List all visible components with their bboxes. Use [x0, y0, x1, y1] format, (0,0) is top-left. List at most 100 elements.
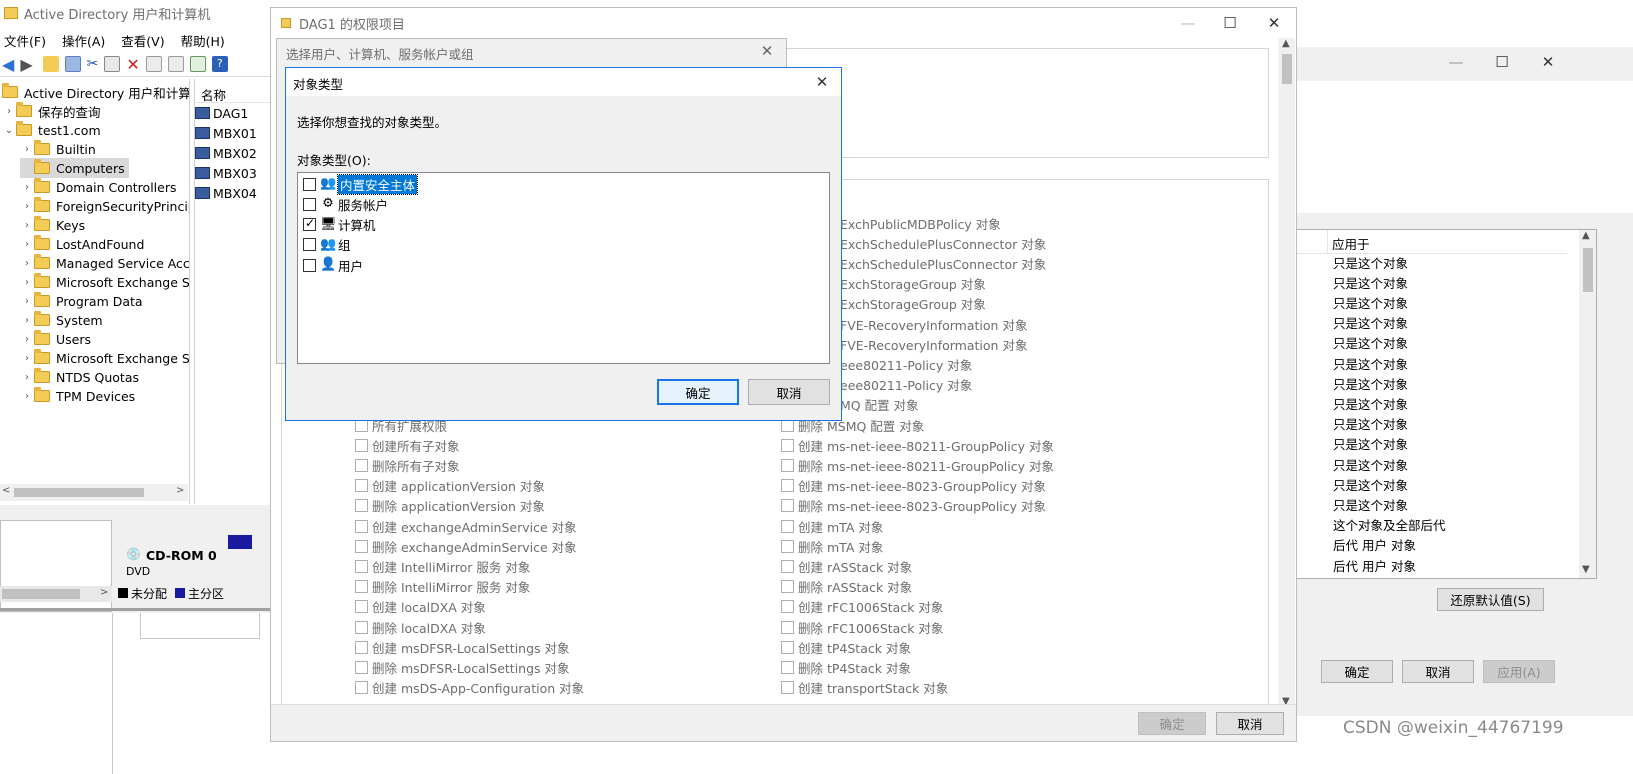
perm-vscroll[interactable]: ▲ ▼: [1278, 38, 1295, 712]
back-arrow-icon[interactable]: ◀: [2, 55, 14, 74]
perm-row[interactable]: 删除 msDFSR-LocalSettings 对象: [355, 657, 570, 677]
chevron-right-icon[interactable]: ›: [20, 144, 34, 155]
perm-checkbox[interactable]: [355, 519, 368, 533]
tree-item[interactable]: ⌄ test1.com: [2, 120, 101, 140]
chevron-right-icon[interactable]: ›: [20, 220, 34, 231]
perm-cancel-button[interactable]: 取消: [1216, 712, 1284, 735]
perm-row[interactable]: ExchSchedulePlusConnector 对象: [840, 233, 1046, 253]
chevron-down-icon[interactable]: ⌄: [2, 125, 16, 136]
perm-checkbox[interactable]: [355, 660, 368, 674]
tree-item[interactable]: › Keys: [20, 215, 85, 235]
object-type-item[interactable]: 👤 用户: [303, 255, 363, 275]
perm-checkbox[interactable]: [355, 600, 368, 614]
chevron-right-icon[interactable]: ›: [20, 182, 34, 193]
chevron-right-icon[interactable]: ›: [20, 201, 34, 212]
perm-row[interactable]: 删除 exchangeAdminService 对象: [355, 536, 577, 556]
applies-row[interactable]: 只是这个对象: [1333, 272, 1408, 292]
perm-row[interactable]: eee80211-Policy 对象: [840, 375, 972, 395]
chevron-right-icon[interactable]: ›: [20, 315, 34, 326]
sec-close-button[interactable]: ✕: [1525, 47, 1571, 77]
list-item[interactable]: MBX02: [195, 144, 257, 162]
perm-row[interactable]: 创建 applicationVersion 对象: [355, 476, 545, 496]
perm-row[interactable]: 创建 transportStack 对象: [781, 678, 948, 698]
perm-row[interactable]: 创建 mTA 对象: [781, 516, 883, 536]
perm-checkbox[interactable]: [355, 620, 368, 634]
applies-row[interactable]: 只是这个对象: [1333, 474, 1408, 494]
object-type-item[interactable]: 🖥计算机: [303, 215, 376, 235]
perm-row[interactable]: 删除 IntelliMirror 服务 对象: [355, 577, 530, 597]
perm-checkbox[interactable]: [355, 499, 368, 513]
tree-item[interactable]: › TPM Devices: [20, 386, 135, 406]
help-icon[interactable]: ?: [211, 56, 228, 72]
hscroll-thumb[interactable]: [14, 488, 144, 497]
cut-icon[interactable]: ✂: [87, 56, 99, 72]
object-type-checkbox[interactable]: [303, 216, 316, 232]
menu-action[interactable]: 操作(A): [62, 31, 105, 49]
tree-item[interactable]: › Domain Controllers: [20, 177, 176, 197]
object-type-item[interactable]: ⚙ 服务帐户: [303, 194, 388, 214]
chevron-right-icon[interactable]: ›: [20, 391, 34, 402]
perm-checkbox[interactable]: [781, 539, 794, 553]
ot-ok-button[interactable]: 确定: [657, 379, 739, 405]
object-type-item[interactable]: 👥 内置安全主体: [303, 173, 419, 195]
perm-checkbox[interactable]: [355, 681, 368, 695]
perm-row[interactable]: 删除 ms-net-ieee-8023-GroupPolicy 对象: [781, 496, 1046, 516]
perm-row[interactable]: 创建所有子对象: [355, 435, 460, 455]
tree-item[interactable]: › Builtin: [20, 139, 96, 159]
tree-item[interactable]: › 保存的查询: [2, 101, 101, 121]
chevron-right-icon[interactable]: ›: [20, 258, 34, 269]
ot-cancel-button[interactable]: 取消: [748, 379, 830, 405]
applies-row[interactable]: 只是这个对象: [1333, 333, 1408, 353]
chevron-right-icon[interactable]: ›: [20, 239, 34, 250]
tree-item[interactable]: › LostAndFound: [20, 234, 144, 254]
perm-close-button[interactable]: ✕: [1251, 8, 1297, 38]
perm-row[interactable]: eee80211-Policy 对象: [840, 354, 972, 374]
applies-row[interactable]: 这个对象及全部后代: [1333, 515, 1446, 535]
perm-row[interactable]: 删除 rFC1006Stack 对象: [781, 617, 943, 637]
perm-row[interactable]: 创建 localDXA 对象: [355, 597, 486, 617]
perm-row[interactable]: 创建 exchangeAdminService 对象: [355, 516, 577, 536]
list-item[interactable]: DAG1: [195, 104, 248, 122]
perm-row[interactable]: ExchPublicMDBPolicy 对象: [840, 213, 1001, 233]
chevron-right-icon[interactable]: ›: [20, 296, 34, 307]
applies-row[interactable]: 后代 用户 对象: [1333, 555, 1416, 575]
perm-row[interactable]: MQ 配置 对象: [840, 395, 919, 415]
disk-hscroll[interactable]: >: [0, 586, 112, 602]
tree-root[interactable]: Active Directory 用户和计算机: [2, 82, 189, 102]
disk-cdrom-block[interactable]: 💿 CD-ROM 0 DVD: [118, 545, 228, 583]
ad-tree-hscroll[interactable]: < >: [0, 484, 188, 501]
show-tree-icon[interactable]: [64, 56, 81, 72]
refresh-icon[interactable]: [167, 56, 184, 72]
perm-checkbox[interactable]: [781, 458, 794, 472]
object-type-checkbox[interactable]: [303, 177, 316, 191]
tree-item[interactable]: › Program Data: [20, 291, 143, 311]
sec-apply-button[interactable]: 应用(A): [1483, 660, 1555, 683]
perm-row[interactable]: 创建 msDS-App-Configuration 对象: [355, 678, 584, 698]
applies-row[interactable]: 只是这个对象: [1333, 373, 1408, 393]
chevron-right-icon[interactable]: ›: [2, 106, 16, 117]
perm-checkbox[interactable]: [781, 660, 794, 674]
perm-checkbox[interactable]: [355, 479, 368, 493]
applies-row[interactable]: 只是这个对象: [1333, 292, 1408, 312]
export-icon[interactable]: [189, 56, 206, 72]
perm-checkbox[interactable]: [355, 640, 368, 654]
copy-icon[interactable]: [104, 56, 121, 72]
perm-row[interactable]: 删除 ms-net-ieee-80211-GroupPolicy 对象: [781, 455, 1054, 475]
applies-row[interactable]: 只是这个对象: [1333, 353, 1408, 373]
tree-item[interactable]: › ForeignSecurityPrincipa: [20, 196, 189, 216]
list-item[interactable]: MBX01: [195, 124, 257, 142]
applies-row[interactable]: 只是这个对象: [1333, 393, 1408, 413]
applies-row[interactable]: 只是这个对象: [1333, 313, 1408, 333]
chevron-right-icon[interactable]: ›: [20, 277, 34, 288]
perm-checkbox[interactable]: [781, 600, 794, 614]
applies-row[interactable]: 只是这个对象: [1333, 434, 1408, 454]
applies-row[interactable]: 后代 用户 对象: [1333, 535, 1416, 555]
menu-view[interactable]: 查看(V): [121, 31, 164, 49]
restore-defaults-button[interactable]: 还原默认值(S): [1437, 588, 1544, 611]
perm-row[interactable]: ExchStorageGroup 对象: [840, 274, 986, 294]
menu-file[interactable]: 文件(F): [4, 31, 46, 49]
perm-checkbox[interactable]: [781, 620, 794, 634]
perm-checkbox[interactable]: [355, 458, 368, 472]
perm-checkbox[interactable]: [781, 479, 794, 493]
sec-ok-button[interactable]: 确定: [1321, 660, 1393, 683]
